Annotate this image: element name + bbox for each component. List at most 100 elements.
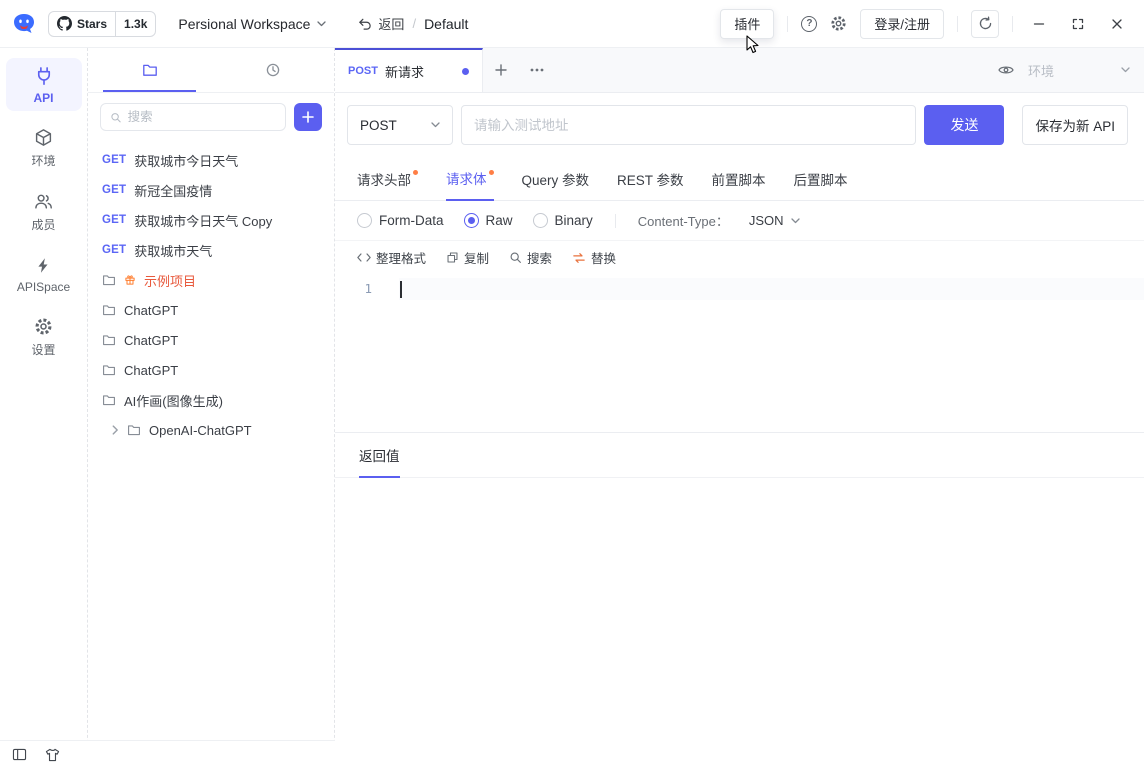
request-tab[interactable]: POST 新请求: [335, 48, 483, 92]
divider: [614, 213, 616, 228]
rail-item-apispace[interactable]: APISpace: [6, 247, 82, 300]
method-select-value: POST: [360, 117, 397, 133]
tab-request-headers[interactable]: 请求头部: [357, 157, 418, 200]
theme-icon[interactable]: [45, 748, 60, 762]
replace-button[interactable]: 替换: [572, 248, 616, 267]
add-tab-button[interactable]: [483, 48, 519, 92]
tree-item-folder[interactable]: ChatGPT: [88, 325, 334, 355]
rail-item-members[interactable]: 成员: [6, 183, 82, 239]
maximize-button[interactable]: [1065, 11, 1091, 37]
tree-item-folder-expandable[interactable]: OpenAI-ChatGPT: [88, 415, 334, 445]
sidebar-footer: [0, 740, 335, 768]
workspace-switcher[interactable]: Persional Workspace: [178, 15, 327, 32]
code-format-icon: [357, 252, 371, 263]
back-button[interactable]: 返回: [358, 14, 404, 33]
search-input[interactable]: [127, 110, 276, 124]
save-as-api-button[interactable]: 保存为新 API: [1022, 105, 1128, 145]
radio-circle: [357, 213, 372, 228]
sync-icon: [979, 16, 991, 30]
github-stars-badge[interactable]: Stars 1.3k: [48, 10, 157, 37]
api-name: 获取城市今日天气 Copy: [134, 213, 273, 229]
rail-item-settings[interactable]: 设置: [6, 308, 82, 364]
content-type-select[interactable]: JSON: [749, 213, 800, 228]
login-button[interactable]: 登录/注册: [860, 8, 944, 39]
tab-rest-params[interactable]: REST 参数: [617, 157, 684, 200]
back-label: 返回: [378, 17, 405, 32]
add-api-button[interactable]: [294, 103, 322, 131]
close-button[interactable]: [1104, 11, 1130, 37]
tab-post-script[interactable]: 后置脚本: [794, 157, 848, 200]
active-line-highlight: [399, 278, 1144, 300]
config-tab-label: 请求体: [446, 172, 487, 187]
tab-pre-script[interactable]: 前置脚本: [712, 157, 766, 200]
api-sidebar: GET 获取城市今日天气 GET 新冠全国疫情 GET 获取城市今日天气 Cop…: [88, 48, 335, 768]
config-tab-label: Query 参数: [521, 172, 590, 188]
help-icon[interactable]: ?: [801, 15, 818, 32]
plugin-button[interactable]: 插件: [720, 8, 775, 39]
url-input[interactable]: [461, 105, 917, 145]
eye-icon[interactable]: [998, 64, 1014, 76]
environment-select-label: 环境: [1028, 63, 1055, 79]
line-number: 1: [364, 281, 372, 296]
unsaved-dot: [462, 67, 469, 75]
tab-query-params[interactable]: Query 参数: [522, 157, 590, 200]
tree-item-folder-sample[interactable]: 示例项目: [88, 265, 334, 295]
folder-icon: [102, 333, 116, 347]
copy-button[interactable]: 复制: [446, 248, 489, 267]
stars-count: 1.3k: [124, 16, 148, 31]
chevron-right-icon[interactable]: [112, 425, 119, 435]
radio-raw[interactable]: Raw: [463, 213, 513, 228]
folder-icon: [127, 423, 141, 437]
search-row: [88, 93, 334, 141]
api-name: 获取城市天气: [134, 243, 213, 259]
settings-icon: [34, 316, 53, 336]
minimize-button[interactable]: [1026, 11, 1052, 37]
radio-form-data[interactable]: Form-Data: [357, 213, 444, 228]
close-icon: [1112, 18, 1122, 29]
ellipsis-icon: [530, 68, 544, 72]
plus-icon: [302, 111, 314, 123]
folder-icon: [102, 273, 116, 287]
config-tab-label: REST 参数: [617, 172, 684, 188]
format-button[interactable]: 整理格式: [357, 248, 426, 267]
tree-item-api[interactable]: GET 获取城市今日天气 Copy: [88, 205, 334, 235]
workspace-label: Persional Workspace: [178, 15, 311, 32]
radio-binary[interactable]: Binary: [532, 213, 593, 228]
tree-item-api[interactable]: GET 获取城市天气: [88, 235, 334, 265]
method-select[interactable]: POST: [347, 105, 453, 145]
modified-dot: [413, 170, 418, 175]
tree-item-folder[interactable]: ChatGPT: [88, 355, 334, 385]
tab-api-list[interactable]: [88, 48, 211, 92]
body-code-editor[interactable]: 1: [335, 274, 1144, 432]
tool-label: 整理格式: [376, 252, 427, 266]
sync-button[interactable]: [971, 9, 999, 38]
response-tab[interactable]: 返回值: [359, 433, 400, 478]
breadcrumb-project[interactable]: Default: [424, 16, 468, 32]
replace-icon: [572, 252, 586, 264]
search-button[interactable]: 搜索: [509, 248, 552, 267]
more-tabs-button[interactable]: [519, 48, 555, 92]
tab-history[interactable]: [211, 48, 334, 92]
chevron-down-icon: [790, 217, 800, 223]
rail-item-api[interactable]: API: [5, 58, 82, 111]
tree-item-folder[interactable]: AI作画(图像生成): [88, 385, 334, 415]
collapse-sidebar-icon[interactable]: [12, 748, 27, 761]
tab-request-body[interactable]: 请求体: [446, 157, 494, 201]
config-tab-label: 请求头部: [357, 172, 411, 188]
content-type-value: JSON: [748, 213, 784, 228]
send-button[interactable]: 发送: [924, 105, 1005, 145]
plus-icon: [495, 64, 507, 76]
tree-item-folder[interactable]: ChatGPT: [88, 295, 334, 325]
api-name: 新冠全国疫情: [134, 183, 213, 199]
gear-icon[interactable]: [830, 15, 847, 32]
environment-select[interactable]: 环境: [1028, 61, 1130, 80]
tree-item-api[interactable]: GET 获取城市今日天气: [88, 145, 334, 175]
chevron-down-icon: [317, 20, 327, 26]
folder-icon: [142, 64, 157, 76]
app-logo[interactable]: [10, 11, 38, 37]
rail-item-environment[interactable]: 环境: [6, 119, 82, 175]
folder-icon: [102, 363, 116, 377]
response-body: [335, 478, 1144, 768]
method-badge: GET: [102, 244, 127, 256]
tree-item-api[interactable]: GET 新冠全国疫情: [88, 175, 334, 205]
